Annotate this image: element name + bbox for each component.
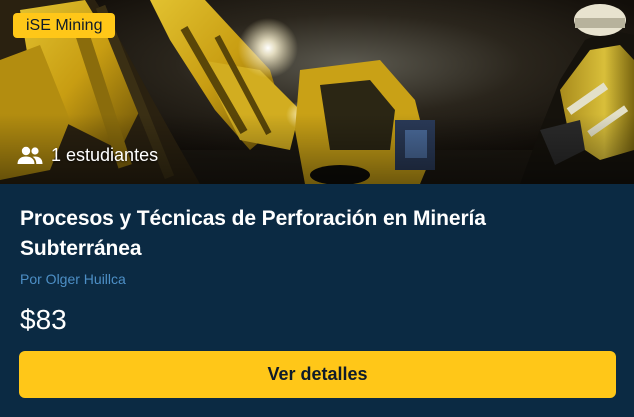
course-info: Procesos y Técnicas de Perforación en Mi… [0, 184, 634, 417]
students-count: 1 estudiantes [17, 142, 158, 168]
students-label: 1 estudiantes [51, 144, 159, 165]
course-price: $83 [20, 304, 67, 335]
course-title[interactable]: Procesos y Técnicas de Perforación en Mi… [20, 204, 610, 264]
course-card[interactable]: iSE Mining 1 estudiantes Procesos y Técn… [0, 0, 634, 417]
people-icon [17, 145, 43, 165]
view-details-button[interactable]: Ver detalles [19, 351, 616, 398]
course-image: iSE Mining 1 estudiantes [0, 0, 634, 184]
course-author[interactable]: Por Olger Huillca [20, 270, 126, 288]
provider-badge: iSE Mining [13, 13, 116, 38]
